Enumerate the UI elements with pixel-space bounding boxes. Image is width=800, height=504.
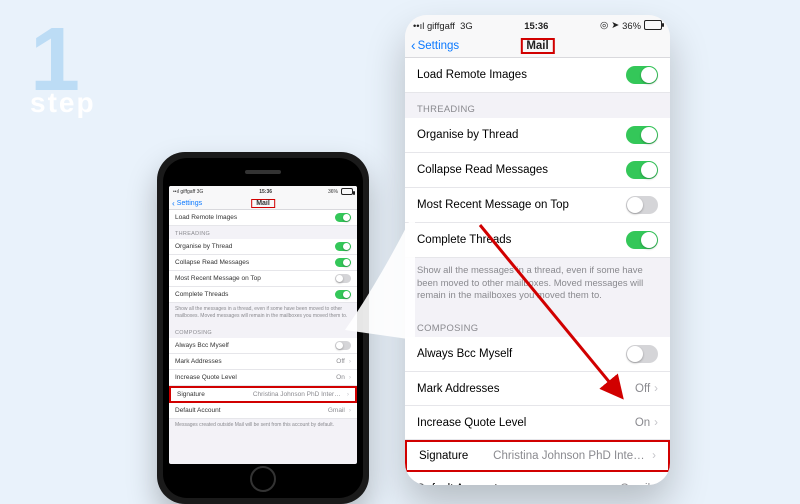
row-collapse[interactable]: Collapse Read Messages [405,153,670,188]
row-organise[interactable]: Organise by Thread [169,239,357,255]
chevron-right-icon: › [654,483,658,486]
section-composing: COMPOSING [169,325,357,338]
row-complete[interactable]: Complete Threads [169,287,357,303]
section-threading: THREADING [169,226,357,239]
battery-icon [644,20,662,30]
row-label: Complete Threads [417,234,511,246]
chevron-left-icon: ‹ [172,199,175,207]
nav-title: Mail [251,199,275,208]
chevron-right-icon: › [349,407,351,414]
speaker [245,170,281,174]
status-left: ••ıl giffgaff 3G [413,20,473,31]
row-value: Gmail [620,483,650,486]
screen-small: ••ıl giffgaff 3G 15:36 36% ‹Settings Mai… [169,186,357,464]
row-mark-addresses[interactable]: Mark Addresses Off › [405,372,670,406]
toggle-organise[interactable] [626,126,658,144]
row-label: Collapse Read Messages [417,164,548,176]
row-load-remote[interactable]: Load Remote Images [169,210,357,226]
row-bcc[interactable]: Always Bcc Myself [169,338,357,354]
status-bar: ••ıl giffgaff 3G 15:36 36% [169,186,357,197]
chevron-right-icon: › [347,391,349,398]
row-quote-level[interactable]: Increase Quote LevelOn› [169,370,357,386]
row-bcc[interactable]: Always Bcc Myself [405,337,670,372]
row-label: Increase Quote Level [417,417,526,429]
home-button[interactable] [250,466,276,492]
toggle-most-recent[interactable] [626,196,658,214]
row-most-recent[interactable]: Most Recent Message on Top [169,271,357,287]
row-label: Organise by Thread [417,129,518,141]
section-threading: THREADING [405,93,670,118]
status-right: ◎ ➤ 36% [600,19,662,31]
row-mark-addresses[interactable]: Mark AddressesOff› [169,354,357,370]
nav-bar: ‹ Settings Mail [405,35,670,58]
row-label: Load Remote Images [417,69,527,81]
chevron-right-icon: › [654,383,658,395]
toggle-collapse[interactable] [626,161,658,179]
row-signature[interactable]: Signature Christina Johnson PhD Internat… [405,440,670,472]
toggle[interactable] [335,290,351,299]
row-load-remote[interactable]: Load Remote Images [405,58,670,93]
row-label: Signature [419,450,468,462]
toggle[interactable] [335,341,351,350]
row-most-recent[interactable]: Most Recent Message on Top [405,188,670,223]
chevron-right-icon: › [654,417,658,429]
step-word: step [30,87,96,119]
toggle-load-remote[interactable] [626,66,658,84]
toggle[interactable] [335,258,351,267]
default-footnote: Messages created outside Mail will be se… [169,419,357,434]
chevron-right-icon: › [349,358,351,365]
row-complete[interactable]: Complete Threads [405,223,670,258]
section-composing: COMPOSING [405,312,670,337]
back-button[interactable]: ‹Settings [172,199,202,207]
screen-large: ••ıl giffgaff 3G 15:36 ◎ ➤ 36% ‹ Setting… [405,15,670,485]
compass-icon: ◎ [600,19,608,31]
toggle-complete[interactable] [626,231,658,249]
toggle-bcc[interactable] [626,345,658,363]
chevron-right-icon: › [349,374,351,381]
toggle[interactable] [335,242,351,251]
row-label: Mark Addresses [417,383,499,395]
chevron-right-icon: › [652,450,656,462]
back-label: Settings [418,40,460,52]
row-default-account[interactable]: Default Account Gmail › [405,472,670,485]
status-bar: ••ıl giffgaff 3G 15:36 ◎ ➤ 36% [405,15,670,35]
step-badge: 1 step [30,15,96,119]
row-value: Off [635,383,650,395]
toggle[interactable] [335,274,351,283]
row-quote-level[interactable]: Increase Quote Level On › [405,406,670,440]
nav-title: Mail [520,38,554,54]
row-label: Most Recent Message on Top [417,199,569,211]
toggle[interactable] [335,213,351,222]
nav-bar: ‹Settings Mail [169,197,357,210]
status-time: 15:36 [524,20,548,31]
row-organise[interactable]: Organise by Thread [405,118,670,153]
back-button[interactable]: ‹ Settings [411,39,459,53]
row-default-account[interactable]: Default AccountGmail› [169,403,357,419]
row-value: Christina Johnson PhD Internation… [493,450,648,462]
row-label: Default Account [417,483,498,486]
row-collapse[interactable]: Collapse Read Messages [169,255,357,271]
location-icon: ➤ [611,19,619,31]
threading-footnote: Show all the messages in a thread, even … [169,303,357,325]
threading-footnote: Show all the messages in a thread, even … [405,258,670,312]
row-label: Always Bcc Myself [417,348,512,360]
row-signature[interactable]: SignatureChristina Johnson PhD Internati… [169,386,357,403]
chevron-left-icon: ‹ [411,39,416,53]
phone-mockup-small: ••ıl giffgaff 3G 15:36 36% ‹Settings Mai… [157,152,369,504]
row-value: On [635,417,650,429]
